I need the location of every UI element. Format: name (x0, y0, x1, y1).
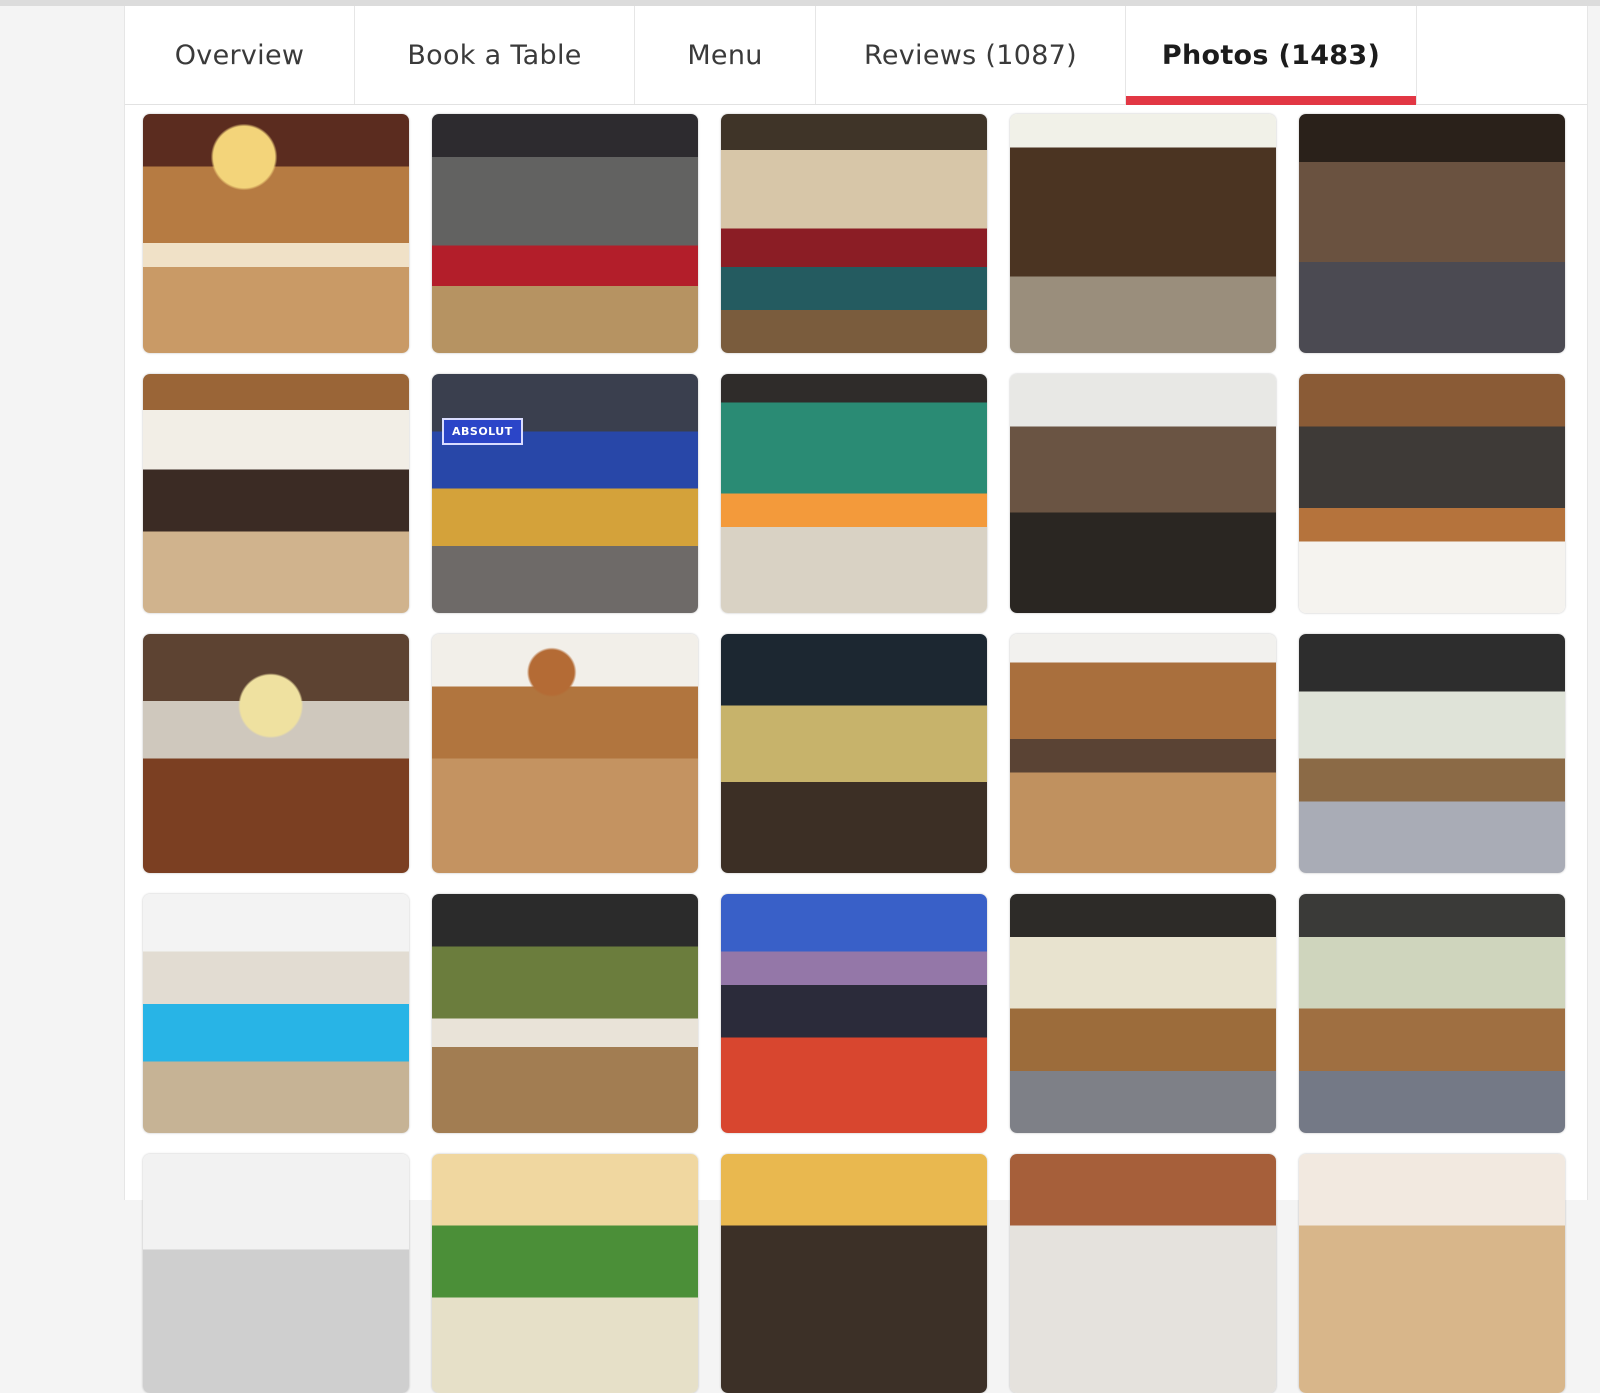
photo-thumbnail[interactable] (143, 634, 409, 873)
photo-thumbnail[interactable] (432, 634, 698, 873)
photo-thumbnail[interactable] (432, 114, 698, 353)
photo-thumbnail[interactable] (721, 114, 987, 353)
tab-book-a-table[interactable]: Book a Table (355, 6, 635, 104)
photo-thumbnail[interactable] (1299, 634, 1565, 873)
tab-reviews[interactable]: Reviews (1087) (816, 6, 1126, 104)
photo-thumbnail-partial[interactable] (721, 1154, 987, 1393)
tab-overview[interactable]: Overview (125, 6, 355, 104)
photo-thumbnail[interactable] (143, 114, 409, 353)
photo-thumbnail[interactable] (721, 894, 987, 1133)
photo-thumbnail-partial[interactable] (432, 1154, 698, 1393)
photo-thumbnail[interactable] (432, 894, 698, 1133)
photo-thumbnail[interactable] (143, 894, 409, 1133)
photo-thumbnail-partial[interactable] (1299, 1154, 1565, 1393)
photo-thumbnail[interactable]: ABSOLUT (432, 374, 698, 613)
tab-menu[interactable]: Menu (635, 6, 816, 104)
photo-thumbnail[interactable] (1010, 894, 1276, 1133)
absolut-sign: ABSOLUT (442, 418, 523, 445)
photo-thumbnail[interactable] (1299, 894, 1565, 1133)
restaurant-page-panel: Overview Book a Table Menu Reviews (1087… (124, 6, 1588, 1393)
tab-photos[interactable]: Photos (1483) (1126, 6, 1417, 105)
photo-thumbnail[interactable] (143, 374, 409, 613)
photo-thumbnail[interactable] (1299, 114, 1565, 353)
photo-thumbnail-partial[interactable] (1010, 1154, 1276, 1393)
photo-thumbnail-partial[interactable] (143, 1154, 409, 1393)
tab-bar: Overview Book a Table Menu Reviews (1087… (125, 6, 1587, 105)
photo-thumbnail[interactable] (721, 374, 987, 613)
photo-thumbnail[interactable] (1010, 114, 1276, 353)
photo-grid: ABSOLUT (143, 114, 1565, 1393)
photo-thumbnail[interactable] (1010, 374, 1276, 613)
photo-thumbnail[interactable] (1010, 634, 1276, 873)
photo-thumbnail[interactable] (1299, 374, 1565, 613)
photo-thumbnail[interactable] (721, 634, 987, 873)
